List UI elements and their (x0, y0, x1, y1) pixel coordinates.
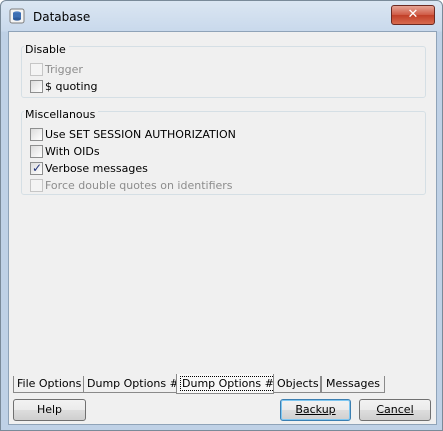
dialog-body: Disable Trigger $ quoting Miscellanous U… (8, 31, 437, 425)
checkmark-icon: ✓ (32, 161, 43, 175)
tab-file-options[interactable]: File Options (13, 376, 85, 393)
close-icon: ✕ (407, 7, 419, 22)
trigger-checkbox-label: Trigger (45, 63, 83, 76)
tab-messages[interactable]: Messages (321, 376, 385, 393)
trigger-checkbox-box[interactable] (30, 63, 43, 76)
disable-group: Disable Trigger $ quoting (21, 43, 426, 98)
verbose-messages-label: Verbose messages (45, 162, 148, 175)
cancel-button-label: Cancel (376, 403, 414, 416)
miscellanous-group: Miscellanous Use SET SESSION AUTHORIZATI… (21, 108, 426, 195)
verbose-messages-checkbox-box[interactable]: ✓ (30, 161, 43, 175)
backup-button[interactable]: Backup (280, 399, 351, 421)
tab-dump-options-1[interactable]: Dump Options #1 (83, 376, 186, 393)
cancel-button[interactable]: Cancel (359, 399, 431, 421)
tab-dump-options-2-label: Dump Options #2 (180, 376, 283, 391)
tab-objects[interactable]: Objects (273, 376, 321, 393)
title-bar[interactable]: Database ✕ (1, 1, 442, 31)
backup-button-label: Backup (295, 403, 336, 416)
tab-dump-options-2[interactable]: Dump Options #2 (176, 374, 283, 394)
dollar-quoting-checkbox-box[interactable] (30, 80, 43, 93)
dollar-quoting-checkbox-label: $ quoting (45, 80, 98, 93)
close-button[interactable]: ✕ (391, 5, 435, 25)
with-oids-label: With OIDs (45, 145, 100, 158)
force-double-quotes-checkbox-box[interactable] (30, 179, 43, 192)
set-session-authorization-label: Use SET SESSION AUTHORIZATION (45, 128, 236, 141)
tab-page-dump-options-2: Disable Trigger $ quoting Miscellanous U… (10, 33, 435, 373)
help-button[interactable]: Help (13, 399, 86, 421)
miscellanous-group-title: Miscellanous (24, 108, 99, 121)
set-session-authorization-checkbox-box[interactable] (30, 128, 43, 141)
database-icon (9, 8, 25, 24)
window-title: Database (33, 10, 91, 24)
dialog-window: Database ✕ Disable Trigger $ quoting Mis… (0, 0, 443, 431)
disable-group-title: Disable (24, 43, 69, 56)
with-oids-checkbox-box[interactable] (30, 145, 43, 158)
tab-strip: File Options Dump Options #1 Dump Option… (11, 374, 431, 396)
force-double-quotes-label: Force double quotes on identifiers (45, 179, 233, 192)
